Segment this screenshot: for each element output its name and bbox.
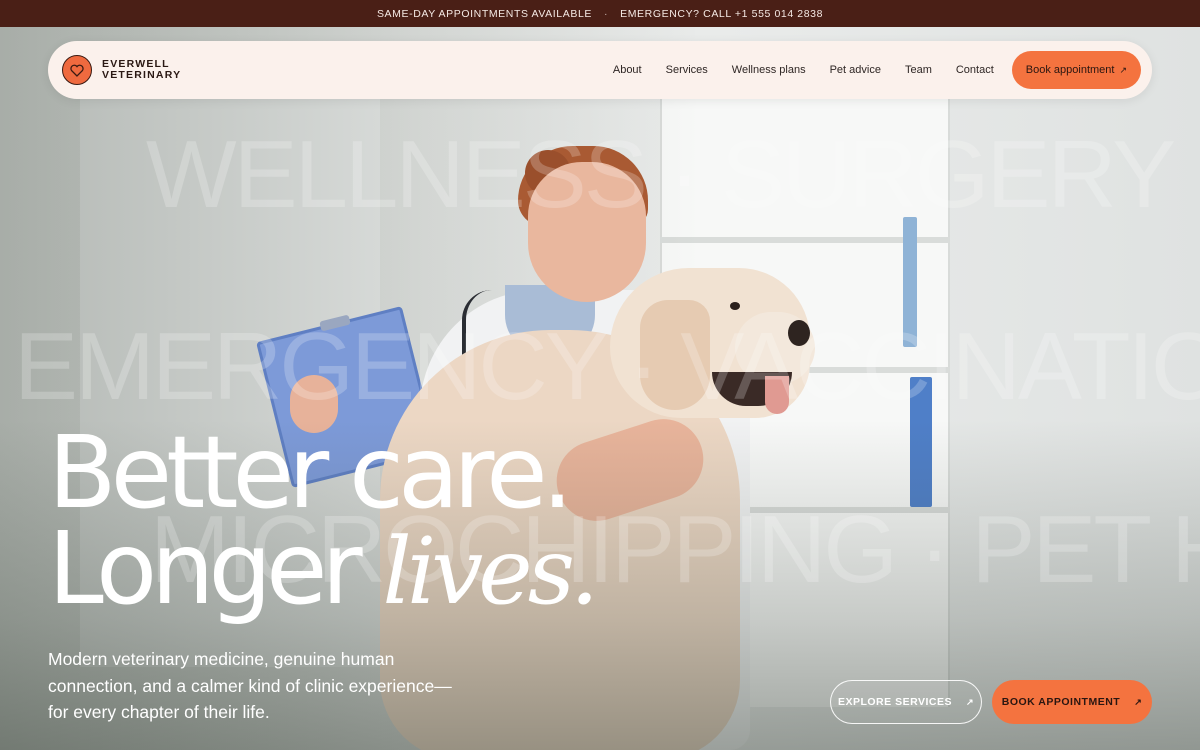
- book-appointment-nav-button[interactable]: Book appointment ↗: [1011, 51, 1141, 89]
- emergency-phone[interactable]: EMERGENCY? CALL +1 555 014 2838: [620, 8, 823, 20]
- book-appointment-button[interactable]: BOOK APPOINTMENT ↗: [992, 680, 1152, 724]
- brand-line-2: VETERINARY: [102, 69, 182, 81]
- same-day-notice: SAME-DAY APPOINTMENTS AVAILABLE: [376, 7, 592, 20]
- explore-services-label: EXPLORE SERVICES: [837, 696, 952, 708]
- nav-links: About Services Wellness plans Pet advice…: [613, 64, 1012, 76]
- nav-link-team[interactable]: Team: [905, 64, 932, 76]
- separator-dot: ·: [604, 7, 609, 20]
- hero-subcopy: Modern veterinary medicine, genuine huma…: [48, 649, 452, 722]
- nav-link-services[interactable]: Services: [666, 64, 708, 76]
- headline-line-1: Better care.: [48, 414, 573, 531]
- announcement-bar: SAME-DAY APPOINTMENTS AVAILABLE · EMERGE…: [0, 0, 1200, 27]
- nav-link-pet-advice[interactable]: Pet advice: [830, 64, 881, 76]
- headline-line-2: Longer lives.: [48, 519, 599, 620]
- arrow-up-right-icon: ↗: [1134, 696, 1143, 707]
- nav-link-wellness-plans[interactable]: Wellness plans: [732, 64, 806, 76]
- nav-link-about[interactable]: About: [613, 64, 642, 76]
- services-marquee-row-1: WELLNESS · SURGERY · DIAG: [146, 121, 1200, 228]
- arrow-up-right-icon: ↗: [965, 696, 975, 707]
- nav-link-contact[interactable]: Contact: [956, 64, 994, 76]
- main-nav: EVERWELL VETERINARY About Services Welln…: [48, 41, 1152, 99]
- book-appointment-nav-label: Book appointment: [1025, 64, 1115, 76]
- headline-plain: Longer: [48, 510, 383, 627]
- book-appointment-label: BOOK APPOINTMENT: [1001, 696, 1121, 708]
- hero-headline: Better care. Longer lives.: [48, 414, 599, 620]
- services-marquee-row-2: EMERGENCY · VACCINATIONS: [14, 313, 1200, 420]
- heart-icon[interactable]: [62, 55, 92, 85]
- explore-services-button[interactable]: EXPLORE SERVICES ↗: [830, 680, 982, 724]
- dog-eye: [730, 302, 740, 310]
- heart-icon-glyph: [70, 64, 84, 77]
- headline-italic: lives.: [382, 518, 599, 625]
- arrow-up-right-icon: ↗: [1119, 64, 1127, 75]
- brand-wordmark[interactable]: EVERWELL VETERINARY: [102, 59, 181, 81]
